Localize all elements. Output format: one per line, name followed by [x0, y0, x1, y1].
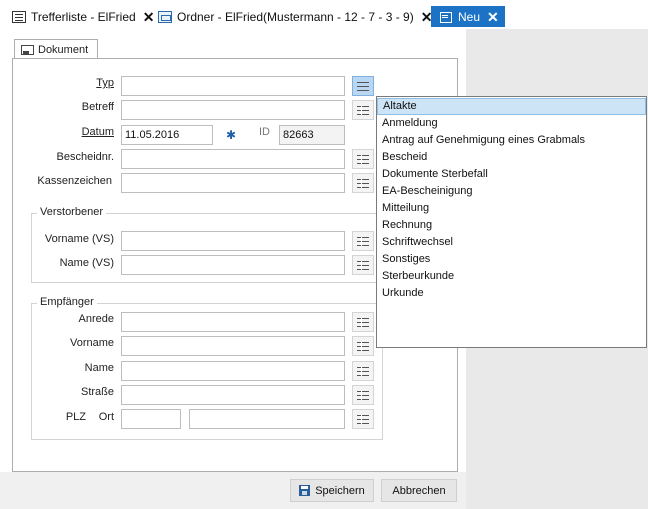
save-button-label: Speichern — [315, 484, 365, 497]
tab-dokument-label: Dokument — [38, 43, 89, 56]
name-vs-field[interactable] — [121, 255, 345, 275]
dropdown-item[interactable]: Antrag auf Genehmigung eines Grabmals — [377, 132, 646, 149]
vorname-list-button[interactable] — [352, 336, 374, 356]
name-vs-list-button[interactable] — [352, 255, 374, 275]
vorname-vs-label: Vorname (VS) — [44, 233, 114, 245]
datum-label: Datum — [81, 126, 114, 138]
verstorbener-title: Verstorbener — [37, 206, 106, 218]
grid-list-icon — [357, 366, 369, 376]
grid-list-icon — [357, 154, 369, 164]
dropdown-item[interactable]: Dokumente Sterbefall — [377, 166, 646, 183]
dropdown-item[interactable]: Rechnung — [377, 217, 646, 234]
close-icon[interactable]: ✕ — [487, 10, 499, 24]
dropdown-item[interactable]: Anmeldung — [377, 115, 646, 132]
grid-list-icon — [357, 317, 369, 327]
grid-list-icon — [357, 414, 369, 424]
plz-field[interactable] — [121, 409, 181, 429]
vorname-field[interactable] — [121, 336, 345, 356]
empfaenger-title: Empfänger — [37, 296, 97, 308]
save-button[interactable]: Speichern — [290, 479, 374, 502]
save-icon — [299, 485, 311, 496]
vorname-vs-field[interactable] — [121, 231, 345, 251]
folder-icon — [158, 10, 172, 23]
dropdown-item[interactable]: Schriftwechsel — [377, 234, 646, 251]
dropdown-item[interactable]: Sterbeurkunde — [377, 268, 646, 285]
kassenzeichen-label: Kassenzeichen — [37, 175, 112, 187]
bescheidnr-label: Bescheidnr. — [56, 151, 114, 163]
tab-label: Trefferliste - ElFried — [31, 9, 136, 24]
tab-bar: Trefferliste - ElFried ✕ Ordner - ElFrie… — [0, 0, 648, 29]
list-icon — [12, 10, 26, 23]
list-icon — [357, 81, 369, 91]
grid-list-icon — [357, 178, 369, 188]
name-field[interactable] — [121, 361, 345, 381]
betreff-field[interactable] — [121, 100, 345, 120]
kassenzeichen-list-button[interactable] — [352, 173, 374, 193]
new-document-icon — [439, 11, 453, 23]
id-label: ID — [259, 126, 270, 138]
tab-label: Ordner - ElFried(Mustermann - 12 - 7 - 3… — [177, 9, 414, 24]
typ-field[interactable] — [121, 76, 345, 96]
vorname-label: Vorname — [69, 337, 114, 349]
pin-icon[interactable]: ✱ — [220, 125, 242, 145]
cancel-button-label: Abbrechen — [392, 484, 446, 497]
kassenzeichen-field[interactable] — [121, 173, 345, 193]
vorname-vs-list-button[interactable] — [352, 231, 374, 251]
tab-neu[interactable]: Neu ✕ — [431, 6, 505, 27]
ort-label: Ort — [98, 411, 114, 423]
grid-list-icon — [357, 341, 369, 351]
document-icon — [21, 44, 34, 55]
tab-trefferliste[interactable]: Trefferliste - ElFried ✕ — [4, 6, 160, 27]
anrede-field[interactable] — [121, 312, 345, 332]
datum-field[interactable] — [121, 125, 213, 145]
dropdown-item[interactable]: EA-Bescheinigung — [377, 183, 646, 200]
dropdown-item[interactable]: Sonstiges — [377, 251, 646, 268]
tab-dokument[interactable]: Dokument — [14, 39, 98, 59]
cancel-button[interactable]: Abbrechen — [381, 479, 457, 502]
dropdown-item[interactable]: Urkunde — [377, 285, 646, 302]
grid-list-icon — [357, 260, 369, 270]
strasse-field[interactable] — [121, 385, 345, 405]
typ-label: Typ — [96, 77, 114, 89]
dropdown-item[interactable]: Mitteilung — [377, 200, 646, 217]
dropdown-item[interactable]: Bescheid — [377, 149, 646, 166]
strasse-label: Straße — [80, 386, 114, 398]
bescheidnr-field[interactable] — [121, 149, 345, 169]
tab-label: Neu — [458, 9, 481, 24]
plz-label: PLZ — [65, 411, 86, 423]
name-label: Name — [84, 362, 114, 374]
bescheidnr-list-button[interactable] — [352, 149, 374, 169]
ort-list-button[interactable] — [352, 409, 374, 429]
anrede-list-button[interactable] — [352, 312, 374, 332]
tab-ordner[interactable]: Ordner - ElFried(Mustermann - 12 - 7 - 3… — [150, 6, 438, 27]
betreff-label: Betreff — [81, 101, 114, 113]
grid-list-icon — [357, 390, 369, 400]
name-vs-label: Name (VS) — [59, 257, 114, 269]
ort-field[interactable] — [189, 409, 345, 429]
grid-list-icon — [357, 236, 369, 246]
strasse-list-button[interactable] — [352, 385, 374, 405]
dropdown-item[interactable]: Altakte — [377, 98, 646, 115]
typ-list-button[interactable] — [352, 76, 374, 96]
typ-dropdown-list: Altakte Anmeldung Antrag auf Genehmigung… — [376, 96, 647, 348]
grid-list-icon — [357, 105, 369, 115]
betreff-list-button[interactable] — [352, 100, 374, 120]
anrede-label: Anrede — [78, 313, 114, 325]
name-list-button[interactable] — [352, 361, 374, 381]
id-field — [279, 125, 345, 145]
